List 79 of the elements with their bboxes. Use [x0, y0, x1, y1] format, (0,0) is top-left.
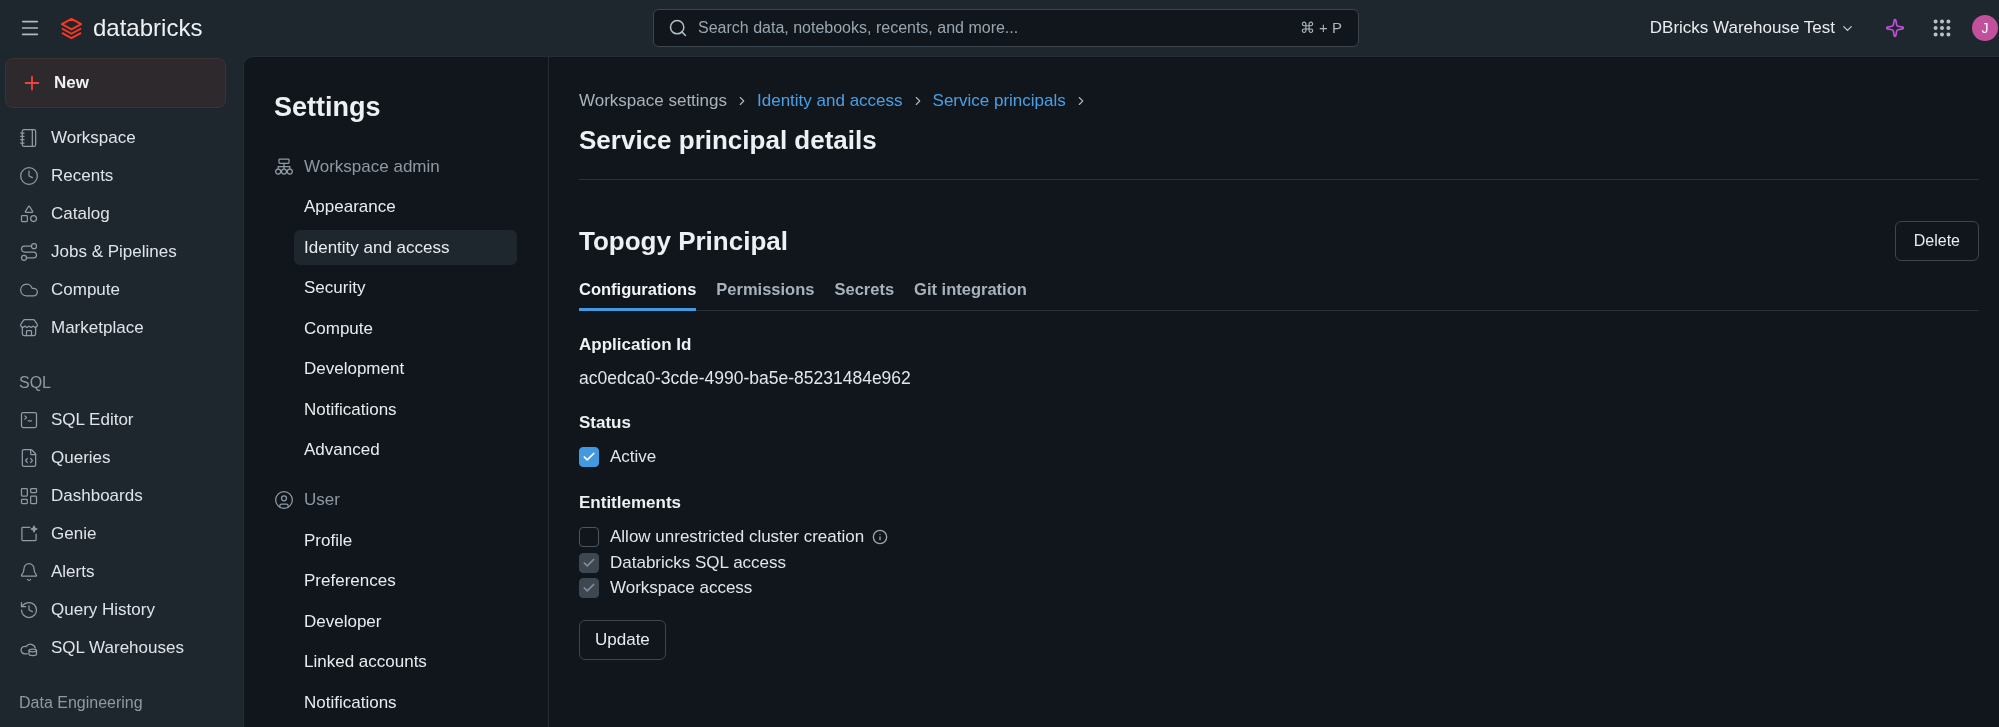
layers-logo-icon: [60, 16, 83, 40]
settings-nav-item[interactable]: Profile: [294, 523, 517, 558]
settings-nav-item[interactable]: Security: [294, 270, 517, 306]
sidebar-item[interactable]: Query History: [0, 591, 243, 629]
field-label: Status: [579, 412, 631, 434]
sparkle-icon[interactable]: [1885, 18, 1905, 38]
sidebar-item[interactable]: Recents: [0, 157, 243, 195]
terminal-window-icon: [19, 410, 39, 430]
settings-section-header: User: [304, 489, 340, 512]
info-icon[interactable]: [872, 529, 889, 545]
settings-nav-item[interactable]: Preferences: [294, 563, 517, 599]
store-icon: [19, 318, 39, 338]
home-logo-link[interactable]: databricks: [60, 16, 203, 40]
sidebar-item[interactable]: Genie: [0, 515, 243, 553]
checkbox[interactable]: [579, 447, 599, 467]
tab[interactable]: Secrets: [834, 279, 895, 311]
sidebar-item[interactable]: SQL Editor: [0, 401, 243, 439]
tab[interactable]: Configurations: [579, 279, 697, 311]
update-button[interactable]: Update: [579, 620, 666, 660]
sidebar-item[interactable]: Workspace: [0, 119, 243, 157]
page-title: Service principal details: [579, 124, 877, 157]
file-code-icon: [19, 448, 39, 468]
settings-title: Settings: [274, 91, 381, 124]
checkbox-label: Allow unrestricted cluster creation: [610, 526, 865, 549]
checkbox[interactable]: [579, 527, 599, 547]
sidebar-section-header: Data Engineering: [18, 693, 144, 713]
sidebar-section-header: SQL: [18, 373, 52, 393]
checkbox-label: Databricks SQL access: [610, 551, 787, 574]
settings-nav-item[interactable]: Notifications: [294, 392, 517, 427]
delete-button[interactable]: Delete: [1894, 221, 1979, 261]
settings-nav-item[interactable]: Advanced: [294, 432, 517, 468]
sparkle-square-icon: [19, 524, 39, 544]
user-circle-icon: [274, 490, 294, 510]
search-input[interactable]: Search data, notebooks, recents, and more...: [698, 16, 1290, 40]
breadcrumb-item: Workspace settings: [579, 90, 728, 113]
settings-nav-item[interactable]: Developer: [294, 604, 517, 639]
check-icon: [582, 581, 596, 595]
search-icon: [668, 18, 688, 38]
notebook-icon: [19, 128, 39, 148]
logo-wordmark: databricks: [93, 16, 203, 40]
workspace-switcher[interactable]: DBricks Warehouse Test: [1649, 15, 1855, 41]
sidebar-item[interactable]: Queries: [0, 439, 243, 477]
settings-section-header: Workspace admin: [304, 155, 440, 178]
settings-nav-item[interactable]: Linked accounts: [294, 644, 517, 680]
apps-grid-icon[interactable]: [1931, 17, 1953, 39]
sidebar-item[interactable]: Alerts: [0, 553, 243, 591]
settings-nav-item[interactable]: Identity and access: [294, 230, 517, 265]
history-icon: [19, 600, 39, 620]
settings-nav-item[interactable]: Notifications: [294, 685, 517, 720]
tab[interactable]: Git integration: [914, 279, 1027, 311]
route-icon: [19, 242, 39, 262]
sidebar-item[interactable]: Dashboards: [0, 477, 243, 515]
application-id-value: ac0edca0-3cde-4990-ba5e-85231484e962: [579, 367, 911, 389]
sidebar-item[interactable]: SQL Warehouses: [0, 629, 243, 667]
checkbox-label: Active: [610, 446, 657, 469]
field-label: Entitlements: [579, 492, 682, 514]
sidebar-item[interactable]: Jobs & Pipelines: [0, 233, 243, 271]
settings-nav-item[interactable]: Compute: [294, 311, 517, 346]
search-field[interactable]: Search data, notebooks, recents, and more... ⌘ + P: [653, 9, 1359, 47]
settings-nav-item[interactable]: Appearance: [294, 189, 517, 225]
principal-name: Topogy Principal: [579, 224, 788, 258]
breadcrumb-link[interactable]: Identity and access: [757, 88, 903, 114]
sidebar-item[interactable]: Marketplace: [0, 309, 243, 347]
bell-icon: [19, 562, 39, 582]
breadcrumb-link[interactable]: Service principals: [932, 88, 1066, 114]
check-icon: [582, 450, 596, 464]
avatar-button[interactable]: J: [1972, 15, 1998, 41]
dashboard-layout-icon: [19, 486, 39, 506]
clock-icon: [19, 166, 39, 186]
sidebar-item[interactable]: Compute: [0, 271, 243, 309]
tab[interactable]: Permissions: [716, 279, 815, 311]
field-label: Application Id: [579, 334, 692, 356]
sidebar-item[interactable]: Catalog: [0, 195, 243, 233]
hierarchy-icon: [274, 156, 294, 177]
checkbox-label: Workspace access: [610, 577, 753, 600]
shortcut-hint: ⌘ + P: [1299, 17, 1342, 38]
shapes-icon: [19, 204, 39, 224]
new-button[interactable]: New: [5, 58, 226, 108]
settings-nav-item[interactable]: Development: [294, 351, 517, 387]
